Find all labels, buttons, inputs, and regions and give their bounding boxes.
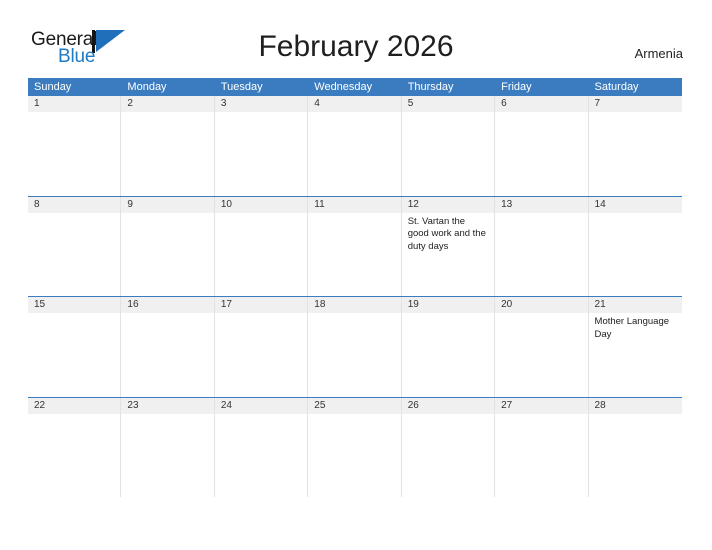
weekday-header-row: Sunday Monday Tuesday Wednesday Thursday…: [28, 78, 682, 96]
weekday-header-sunday: Sunday: [34, 81, 72, 93]
day-number: 4: [308, 96, 401, 112]
page-title: February 2026: [258, 30, 454, 63]
day-number: 1: [28, 96, 121, 112]
calendar-day-cell[interactable]: 26: [401, 397, 496, 498]
calendar-day-cell[interactable]: 22: [28, 397, 122, 498]
day-number: 20: [495, 297, 588, 314]
day-number: 6: [495, 96, 588, 112]
day-number: 24: [214, 397, 308, 414]
calendar-week-cells: 1234567: [28, 96, 682, 196]
calendar-day-cell[interactable]: 9: [121, 196, 215, 297]
weekday-header-wednesday: Wednesday: [314, 81, 373, 93]
day-number: 12: [401, 196, 495, 213]
calendar-day-cell[interactable]: 24: [214, 397, 309, 498]
calendar-day-cell[interactable]: 16: [121, 297, 215, 397]
calendar-grid: Sunday Monday Tuesday Wednesday Thursday…: [28, 78, 682, 498]
calendar-week-cells: 22 23 24 25 26 27 28: [28, 397, 682, 498]
calendar-week-cells: 15 16 17 18 19 20 21 Mother Language Day: [28, 297, 682, 397]
calendar-day-cell[interactable]: 17: [214, 297, 309, 397]
day-number: 16: [121, 297, 214, 314]
weekday-header-saturday: Saturday: [594, 81, 639, 93]
weekday-header-friday: Friday: [501, 81, 532, 93]
calendar-day-cell[interactable]: 4: [308, 96, 402, 196]
calendar-day-cell[interactable]: 10: [214, 196, 309, 297]
calendar-day-cell[interactable]: 1: [28, 96, 122, 196]
calendar-week-row: 22 23 24 25 26 27 28: [28, 396, 682, 498]
calendar-week-row: 15 16 17 18 19 20 21 Mother Language Day: [28, 296, 682, 397]
event-label: Mother Language Day: [594, 316, 670, 340]
calendar-week-row: 1234567: [28, 96, 682, 196]
calendar-day-cell[interactable]: 2: [121, 96, 215, 196]
day-number: 10: [214, 196, 308, 213]
weekday-header-tuesday: Tuesday: [220, 81, 263, 93]
calendar-day-cell[interactable]: 28: [588, 397, 682, 498]
day-number: 2: [121, 96, 214, 112]
day-number: 14: [588, 196, 682, 213]
calendar-day-cell[interactable]: 19: [401, 297, 496, 397]
day-number: 5: [401, 96, 495, 112]
calendar-day-cell[interactable]: 7: [588, 96, 682, 196]
calendar-day-cell[interactable]: 14: [588, 196, 682, 297]
day-number: 8: [28, 196, 121, 213]
day-number: 19: [401, 297, 495, 314]
day-number: 17: [214, 297, 308, 314]
day-number: 25: [308, 397, 401, 414]
day-number: 13: [495, 196, 588, 213]
weekday-header-thursday: Thursday: [407, 81, 454, 93]
day-events: St. Vartan the good work and the duty da…: [402, 213, 494, 254]
day-number: 9: [121, 196, 214, 213]
day-number: 26: [401, 397, 495, 414]
calendar-week-cells: 8 9 10 11 12 St. Vartan the good work and the…: [28, 196, 682, 297]
day-events: Mother Language Day: [589, 313, 682, 341]
calendar-day-cell[interactable]: 11: [308, 196, 402, 297]
day-number: 27: [495, 397, 588, 414]
calendar-day-cell[interactable]: 20: [495, 297, 589, 397]
day-number: 15: [28, 297, 121, 314]
calendar-day-cell[interactable]: 21 Mother Language Day: [588, 297, 682, 397]
calendar-day-cell[interactable]: 15: [28, 297, 122, 397]
calendar-day-cell[interactable]: 12 St. Vartan the good work and the duty …: [401, 196, 496, 297]
calendar-day-cell[interactable]: 18: [308, 297, 402, 397]
calendar-day-cell[interactable]: 23: [121, 397, 215, 498]
calendar-week-row: 8 9 10 11 12 St. Vartan the good work and the…: [28, 195, 682, 297]
day-number: 18: [308, 297, 401, 314]
calendar-day-cell[interactable]: 27: [495, 397, 589, 498]
calendar-day-cell[interactable]: 13: [495, 196, 589, 297]
calendar-day-cell[interactable]: 25: [308, 397, 402, 498]
day-number: 21: [588, 297, 682, 314]
day-number: 28: [588, 397, 682, 414]
calendar-day-cell[interactable]: 3: [214, 96, 309, 196]
weekday-header-monday: Monday: [127, 81, 167, 93]
calendar-day-cell[interactable]: 6: [495, 96, 589, 196]
country-label: Armenia: [634, 46, 683, 61]
day-number: 7: [588, 96, 682, 112]
day-number: 11: [308, 196, 401, 213]
calendar-page: General Blue February 2026 Armenia Sunda…: [0, 0, 712, 550]
day-number: 23: [121, 397, 214, 414]
calendar-day-cell[interactable]: 8: [28, 196, 122, 297]
day-number: 3: [214, 96, 308, 112]
page-header: General Blue February 2026 Armenia: [0, 0, 712, 78]
day-number: 22: [28, 397, 121, 414]
event-label: St. Vartan the good work and the duty da…: [407, 215, 486, 252]
calendar-weeks: 1 2 3 4 5 6 7 8 9 10 11 12 St. Vartan the good work …: [28, 96, 682, 498]
calendar-day-cell[interactable]: 5: [401, 96, 496, 196]
